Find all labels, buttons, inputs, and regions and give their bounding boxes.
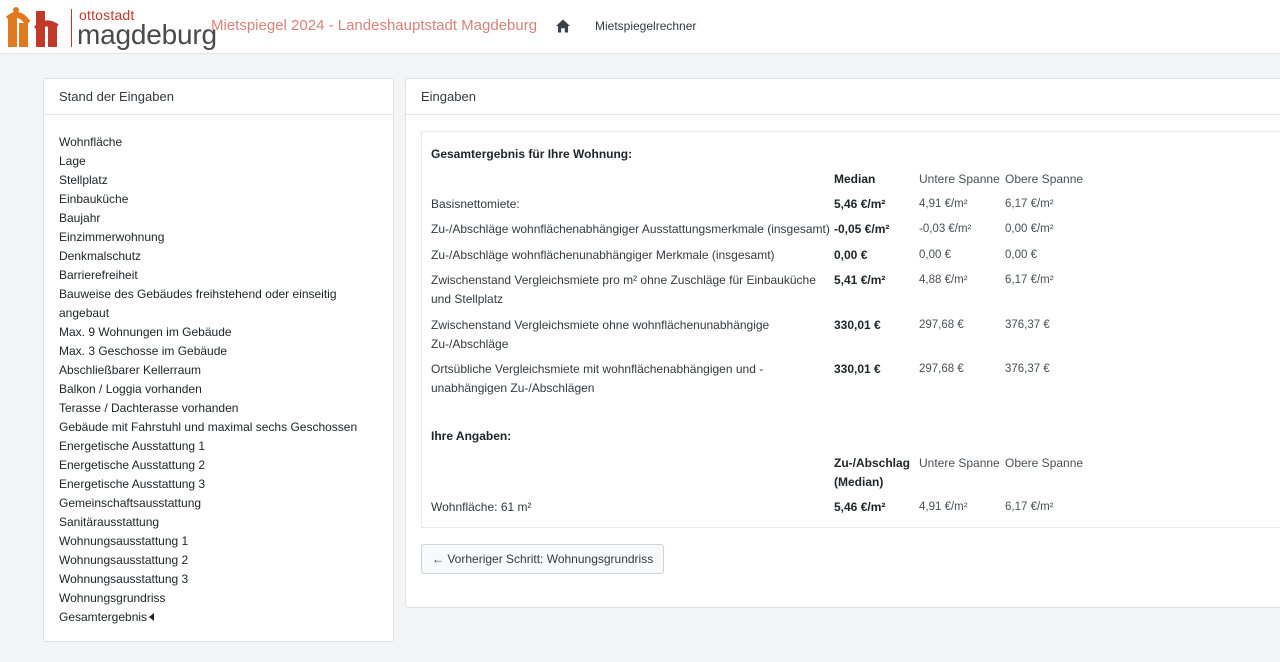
status-item[interactable]: Lage bbox=[59, 152, 378, 171]
city-logo[interactable]: ottostadt magdeburg bbox=[6, 3, 217, 51]
result-row-label: Basisnettomiete: bbox=[431, 197, 520, 211]
status-item[interactable]: Balkon / Loggia vorhanden bbox=[59, 380, 378, 399]
result-title: Gesamtergebnis für Ihre Wohnung: bbox=[431, 147, 633, 161]
status-item[interactable]: Denkmalschutz bbox=[59, 247, 378, 266]
status-item[interactable]: Energetische Ausstattung 2 bbox=[59, 456, 378, 475]
input-status-card: Stand der Eingaben Wohnfläche Lage Stell… bbox=[43, 78, 394, 642]
result-row-upper: 0,00 €/m² bbox=[1005, 223, 1054, 235]
result-row-upper: 376,37 € bbox=[1005, 363, 1050, 375]
status-item-current: Gesamtergebnis bbox=[59, 608, 378, 627]
status-item[interactable]: angebaut bbox=[59, 304, 378, 323]
result-row-lower: 297,68 € bbox=[919, 319, 964, 331]
status-item[interactable]: Baujahr bbox=[59, 209, 378, 228]
inputs-title: Ihre Angaben: bbox=[431, 429, 512, 443]
nav-link-mietspiegelrechner[interactable]: Mietspiegelrechner bbox=[595, 19, 696, 33]
home-icon[interactable] bbox=[555, 18, 571, 34]
result-row-median: 330,01 € bbox=[834, 318, 881, 332]
caret-left-icon bbox=[149, 613, 155, 621]
top-navbar: ottostadt magdeburg Mietspiegel 2024 - L… bbox=[0, 0, 1280, 54]
result-row-upper: 0,00 € bbox=[1005, 249, 1037, 261]
result-row-label: Zu-/Abschläge wohnflächenunabhängiger Me… bbox=[431, 248, 775, 262]
status-item[interactable]: Energetische Ausstattung 3 bbox=[59, 475, 378, 494]
input-status-list: Wohnfläche Lage Stellplatz Einbauküche B… bbox=[44, 115, 393, 627]
status-item[interactable]: Wohnungsausstattung 2 bbox=[59, 551, 378, 570]
status-item-current-label: Gesamtergebnis bbox=[59, 610, 148, 624]
result-row-median: 5,46 €/m² bbox=[834, 197, 886, 211]
status-item[interactable]: Wohnungsausstattung 3 bbox=[59, 570, 378, 589]
input-row-label: Wohnfläche: 61 m² bbox=[431, 500, 532, 514]
column-header-lower: Untere Spanne bbox=[919, 456, 1000, 470]
input-status-title: Stand der Eingaben bbox=[44, 79, 393, 115]
result-row-median: -0,05 €/m² bbox=[834, 222, 890, 236]
status-item[interactable]: Einbauküche bbox=[59, 190, 378, 209]
status-item[interactable]: Terasse / Dachterasse vorhanden bbox=[59, 399, 378, 418]
app-title[interactable]: Mietspiegel 2024 - Landeshauptstadt Magd… bbox=[211, 17, 537, 34]
result-row-upper: 6,17 €/m² bbox=[1005, 274, 1054, 286]
column-header-upper: Obere Spanne bbox=[1005, 172, 1084, 186]
input-row-upper: 6,17 €/m² bbox=[1005, 501, 1054, 513]
result-row-label: Zu-/Abschläge wohnflächenabhängiger Auss… bbox=[431, 222, 830, 236]
column-header-lower: Untere Spanne bbox=[919, 172, 1000, 186]
status-item[interactable]: Abschließbarer Kellerraum bbox=[59, 361, 378, 380]
result-row-upper: 6,17 €/m² bbox=[1005, 198, 1054, 210]
result-row-upper: 376,37 € bbox=[1005, 319, 1050, 331]
result-row-lower: 4,88 €/m² bbox=[919, 274, 968, 286]
result-scroll-box[interactable]: Gesamtergebnis für Ihre Wohnung: Median … bbox=[421, 131, 1280, 528]
result-row-median: 5,41 €/m² bbox=[834, 273, 886, 287]
result-row-label: Zwischenstand Vergleichsmiete pro m² ohn… bbox=[431, 273, 816, 306]
column-header-upper: Obere Spanne bbox=[1005, 456, 1084, 470]
status-item[interactable]: Max. 9 Wohnungen im Gebäude bbox=[59, 323, 378, 342]
status-item[interactable]: Wohnungsausstattung 1 bbox=[59, 532, 378, 551]
column-header-adjustment: Zu-/Abschlag (Median) bbox=[834, 456, 911, 489]
result-row-lower: 0,00 € bbox=[919, 249, 951, 261]
logo-divider bbox=[71, 9, 72, 47]
result-row-lower: 297,68 € bbox=[919, 363, 964, 375]
status-item[interactable]: Stellplatz bbox=[59, 171, 378, 190]
result-row-median: 330,01 € bbox=[834, 362, 881, 376]
status-item[interactable]: Max. 3 Geschosse im Gebäude bbox=[59, 342, 378, 361]
result-row-lower: -0,03 €/m² bbox=[919, 223, 972, 235]
status-item[interactable]: Einzimmerwohnung bbox=[59, 228, 378, 247]
status-item[interactable]: Energetische Ausstattung 1 bbox=[59, 437, 378, 456]
status-item[interactable]: Gemeinschaftsausstattung bbox=[59, 494, 378, 513]
input-row-median: 5,46 €/m² bbox=[834, 500, 886, 514]
previous-step-button[interactable]: ← Vorheriger Schritt: Wohnungsgrundriss bbox=[421, 544, 665, 574]
result-row-median: 0,00 € bbox=[834, 248, 868, 262]
status-item[interactable]: Wohnungsgrundriss bbox=[59, 589, 378, 608]
logo-mark-icon bbox=[6, 7, 59, 47]
result-row-label: Zwischenstand Vergleichsmiete ohne wohnf… bbox=[431, 318, 770, 351]
status-item[interactable]: Sanitärausstattung bbox=[59, 513, 378, 532]
result-row-lower: 4,91 €/m² bbox=[919, 198, 968, 210]
logo-text-big: magdeburg bbox=[77, 19, 217, 50]
input-row-lower: 4,91 €/m² bbox=[919, 501, 968, 513]
status-item[interactable]: Barrierefreiheit bbox=[59, 266, 378, 285]
status-item[interactable]: Wohnfläche bbox=[59, 133, 378, 152]
inputs-card: Eingaben Gesamtergebnis für Ihre Wohnung… bbox=[405, 78, 1280, 608]
inputs-card-title: Eingaben bbox=[406, 79, 1280, 115]
status-item[interactable]: Bauweise des Gebäudes freihstehend oder … bbox=[59, 285, 378, 304]
status-item[interactable]: Gebäude mit Fahrstuhl und maximal sechs … bbox=[59, 418, 378, 437]
column-header-median: Median bbox=[834, 172, 876, 186]
result-row-label: Ortsübliche Vergleichsmiete mit wohnfläc… bbox=[431, 362, 764, 395]
